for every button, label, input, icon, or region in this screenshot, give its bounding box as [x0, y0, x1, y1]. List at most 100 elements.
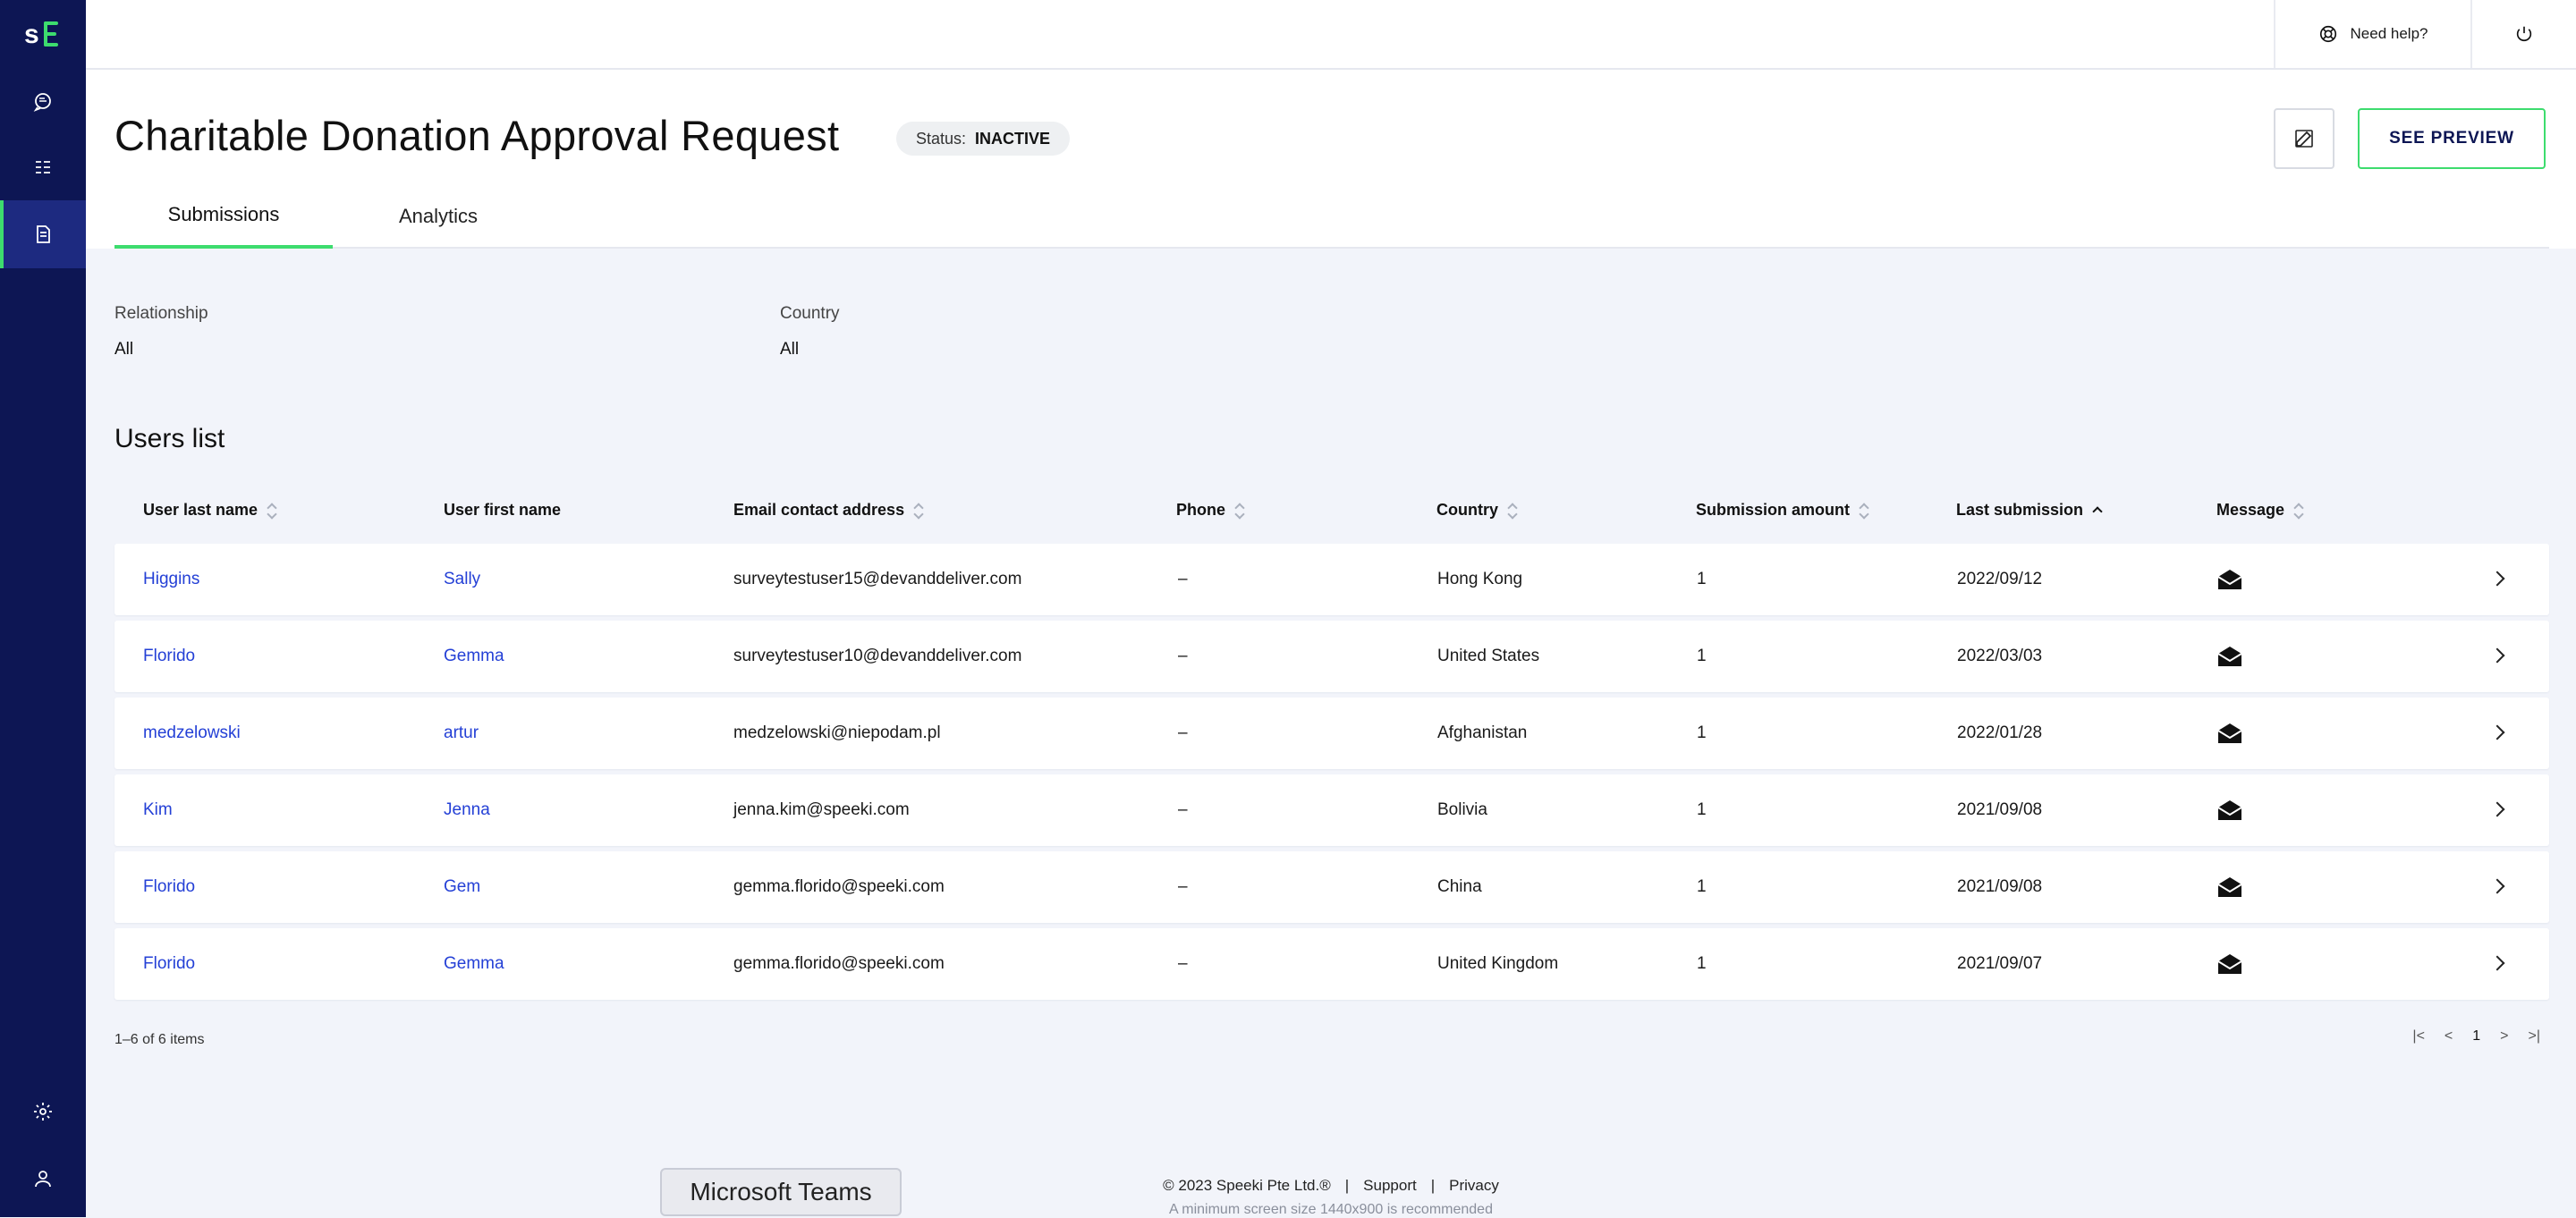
col-label: User first name: [444, 501, 562, 519]
sidebar-item-list[interactable]: [0, 134, 86, 202]
tab-submissions[interactable]: Submissions: [114, 184, 333, 249]
need-help-button[interactable]: Need help?: [2274, 0, 2470, 68]
table-row[interactable]: Florido Gemma surveytestuser10@devanddel…: [114, 621, 2549, 692]
form-icon: [37, 225, 50, 243]
table-row[interactable]: Florido Gem gemma.florido@speeki.com – C…: [114, 851, 2549, 923]
sidebar: s: [0, 0, 86, 1217]
envelope-open-icon[interactable]: [2216, 698, 2243, 769]
users-list-title: Users list: [114, 424, 225, 453]
table-row[interactable]: Higgins Sally surveytestuser15@devanddel…: [114, 544, 2549, 615]
cell-first-name[interactable]: Sally: [444, 544, 480, 615]
privacy-link[interactable]: Privacy: [1449, 1177, 1499, 1195]
cell-last-name[interactable]: Higgins: [143, 544, 199, 615]
col-label: Email contact address: [733, 501, 905, 519]
see-preview-button[interactable]: SEE PREVIEW: [2358, 108, 2546, 169]
cell-email: surveytestuser10@devanddeliver.com: [733, 647, 1022, 665]
user-icon: [35, 1171, 51, 1188]
cell-amount: 1: [1697, 954, 1707, 973]
cell-amount: 1: [1697, 877, 1707, 896]
chevron-right-icon[interactable]: [2489, 724, 2505, 740]
cell-phone: –: [1178, 570, 1188, 588]
envelope-open-icon[interactable]: [2216, 774, 2243, 846]
edit-button[interactable]: [2274, 108, 2334, 169]
cell-first-name[interactable]: Jenna: [444, 774, 490, 846]
sort-icon: [1234, 502, 1245, 520]
envelope-open-icon[interactable]: [2216, 851, 2243, 923]
footer-separator: |: [1430, 1177, 1436, 1194]
filter-relationship-label: Relationship: [114, 304, 208, 323]
col-message[interactable]: Message: [2216, 501, 2304, 520]
envelope-open-icon[interactable]: [2216, 544, 2243, 615]
sort-icon: [1507, 502, 1518, 520]
filter-relationship-select[interactable]: All: [114, 340, 208, 359]
copyright: © 2023 Speeki Pte Ltd.®: [1163, 1177, 1331, 1194]
cell-phone: –: [1178, 800, 1188, 819]
prev-page-icon[interactable]: <: [2445, 1028, 2453, 1045]
sidebar-item-settings[interactable]: [0, 1078, 86, 1146]
list-icon: [36, 161, 50, 173]
chevron-right-icon[interactable]: [2489, 647, 2505, 664]
col-email[interactable]: Email contact address: [733, 501, 924, 520]
envelope-open-icon[interactable]: [2216, 621, 2243, 692]
filter-country-label: Country: [780, 304, 840, 323]
speeki-logo[interactable]: s: [0, 0, 86, 68]
cell-last-name[interactable]: Florido: [143, 928, 195, 1000]
cell-last-submission: 2021/09/07: [1957, 954, 2043, 973]
table-row[interactable]: Kim Jenna jenna.kim@speeki.com – Bolivia…: [114, 774, 2549, 846]
envelope-open-icon[interactable]: [2216, 928, 2243, 1000]
sidebar-item-chat[interactable]: [0, 68, 86, 136]
cell-first-name[interactable]: Gemma: [444, 928, 504, 1000]
col-country[interactable]: Country: [1436, 501, 1518, 520]
chevron-right-icon[interactable]: [2489, 801, 2505, 817]
cell-last-submission: 2022/01/28: [1957, 723, 2043, 742]
filter-country: Country All: [780, 304, 840, 359]
sort-icon: [1859, 502, 1869, 520]
footer: © 2023 Speeki Pte Ltd.® | Support | Priv…: [86, 1171, 2576, 1217]
sort-asc-icon: [2092, 502, 2103, 520]
cell-email: surveytestuser15@devanddeliver.com: [733, 570, 1022, 588]
cell-amount: 1: [1697, 647, 1707, 665]
cell-country: Hong Kong: [1437, 570, 1523, 588]
first-page-icon[interactable]: |<: [2412, 1028, 2425, 1045]
cell-email: jenna.kim@speeki.com: [733, 800, 910, 819]
filter-relationship: Relationship All: [114, 304, 208, 359]
sidebar-item-profile[interactable]: [0, 1145, 86, 1213]
logout-button[interactable]: [2470, 0, 2576, 68]
table-row[interactable]: medzelowski artur medzelowski@niepodam.p…: [114, 698, 2549, 769]
chevron-right-icon[interactable]: [2489, 878, 2505, 894]
current-page[interactable]: 1: [2472, 1028, 2480, 1045]
tab-analytics[interactable]: Analytics: [376, 184, 501, 249]
cell-first-name[interactable]: Gem: [444, 851, 480, 923]
cell-last-name[interactable]: medzelowski: [143, 698, 241, 769]
status-badge: Status: INACTIVE: [896, 122, 1071, 156]
cell-last-submission: 2021/09/08: [1957, 800, 2043, 819]
support-link[interactable]: Support: [1363, 1177, 1417, 1195]
cell-last-submission: 2022/09/12: [1957, 570, 2043, 588]
col-last-submission[interactable]: Last submission: [1956, 501, 2103, 520]
chevron-right-icon[interactable]: [2489, 571, 2505, 587]
gear-icon: [34, 1103, 52, 1121]
cell-last-name[interactable]: Florido: [143, 621, 195, 692]
col-first-name[interactable]: User first name: [444, 501, 561, 520]
filter-country-select[interactable]: All: [780, 340, 840, 359]
sidebar-item-forms[interactable]: [0, 200, 86, 268]
cell-last-name[interactable]: Kim: [143, 774, 173, 846]
col-last-name[interactable]: User last name: [143, 501, 277, 520]
page-title: Charitable Donation Approval Request: [114, 112, 840, 159]
cell-first-name[interactable]: artur: [444, 698, 479, 769]
table-row[interactable]: Florido Gemma gemma.florido@speeki.com –…: [114, 928, 2549, 1000]
svg-text:s: s: [24, 20, 39, 49]
col-phone[interactable]: Phone: [1176, 501, 1245, 520]
cell-first-name[interactable]: Gemma: [444, 621, 504, 692]
col-label: Submission amount: [1696, 501, 1851, 519]
cell-last-submission: 2021/09/08: [1957, 877, 2043, 896]
cell-country: Afghanistan: [1437, 723, 1528, 742]
col-submission-amount[interactable]: Submission amount: [1696, 501, 1869, 520]
last-page-icon[interactable]: >|: [2529, 1028, 2541, 1045]
chevron-right-icon[interactable]: [2489, 955, 2505, 971]
cell-email: medzelowski@niepodam.pl: [733, 723, 941, 742]
cell-amount: 1: [1697, 723, 1707, 742]
cell-last-name[interactable]: Florido: [143, 851, 195, 923]
next-page-icon[interactable]: >: [2500, 1028, 2508, 1045]
col-label: Message: [2216, 501, 2285, 519]
